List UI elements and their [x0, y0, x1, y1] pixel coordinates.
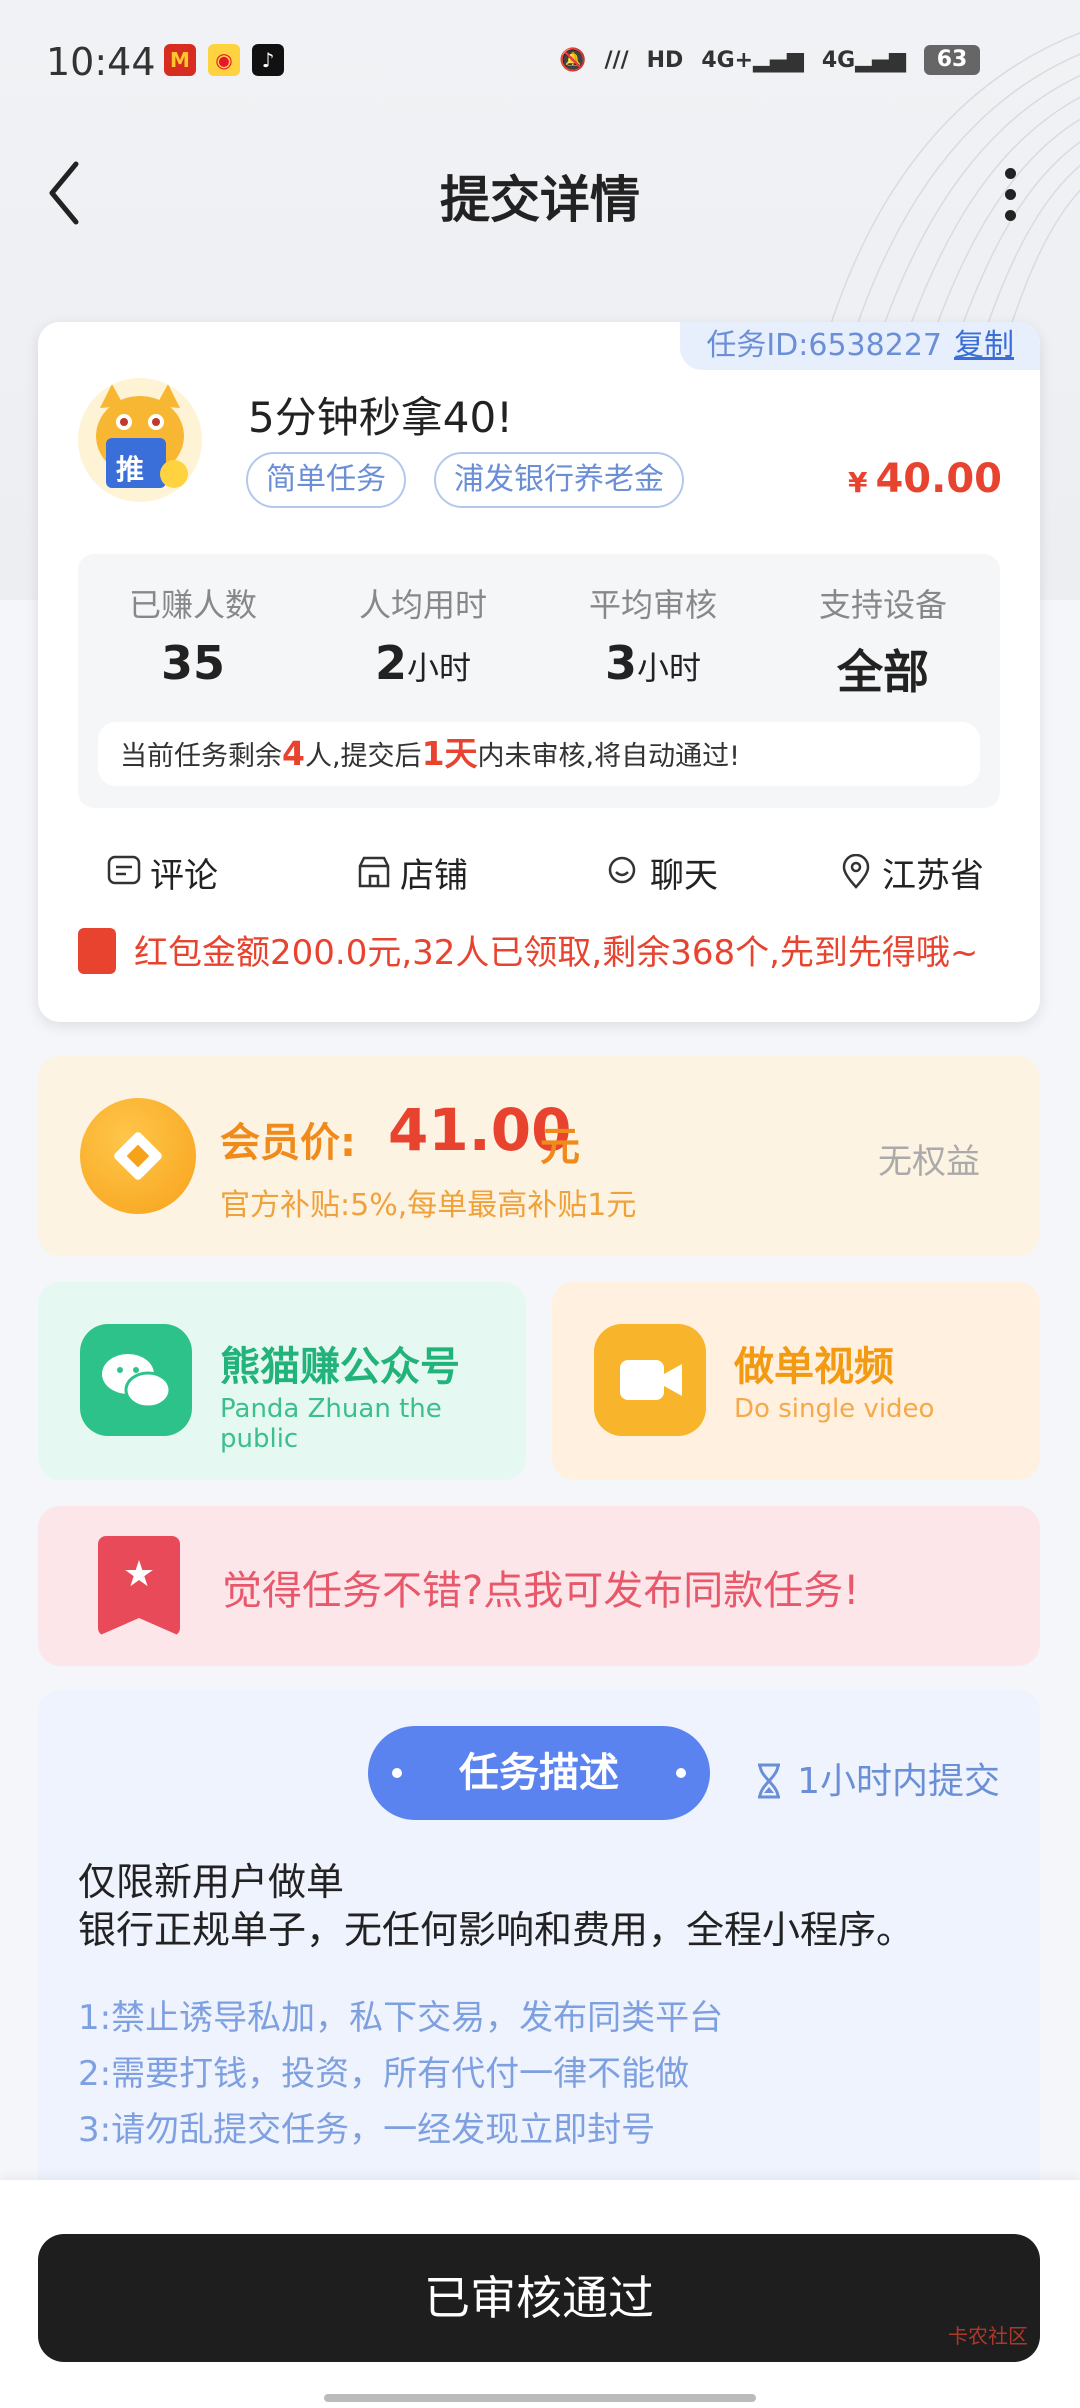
member-coin-icon — [80, 1098, 196, 1214]
rule-item: 1:禁止诱导私加，私下交易，发布同类平台 — [78, 1998, 724, 2038]
video-card[interactable]: 做单视频 Do single video — [552, 1282, 1040, 1480]
chat-button[interactable]: 聊天 — [606, 842, 718, 902]
weibo-app-icon: ◉ — [208, 44, 240, 76]
stat-value: 全部 — [837, 645, 929, 699]
video-subtitle: Do single video — [734, 1394, 935, 1424]
chat-icon — [608, 856, 636, 884]
member-unit: 元 — [540, 1124, 580, 1170]
stat-label: 人均用时 — [358, 586, 487, 624]
stat-value: 3小时 — [604, 636, 702, 690]
comment-label: 评论 — [150, 855, 218, 896]
rule-item: 2:需要打钱，投资，所有代付一律不能做 — [78, 2054, 690, 2094]
home-indicator[interactable] — [324, 2394, 756, 2402]
signal-4g-icon: 4G▂▄▆ — [821, 47, 906, 73]
task-id: 任务ID:6538227 — [706, 328, 942, 363]
member-price-panel[interactable]: 会员价: 41.00 元 官方补贴:5%,每单最高补贴1元 无权益 — [38, 1056, 1040, 1256]
shop-button[interactable]: 店铺 — [356, 842, 468, 902]
location-label: 江苏省 — [882, 855, 984, 896]
task-card: 任务ID:6538227 复制 推 5分钟秒拿40! 简单任务 浦发银行养老金 ¥… — [38, 322, 1040, 1022]
task-id-bar: 任务ID:6538227 复制 — [680, 322, 1040, 370]
description-line: 仅限新用户做单 — [78, 1860, 345, 1904]
shop-icon — [358, 856, 390, 888]
rule-item: 3:请勿乱提交任务，一经发现立即封号 — [78, 2110, 656, 2150]
wechat-account-card[interactable]: 熊猫赚公众号 Panda Zhuan the public — [38, 1282, 526, 1480]
publish-text: 觉得任务不错?点我可发布同款任务! — [222, 1568, 860, 1614]
stat-value: 2小时 — [374, 636, 472, 690]
stat-label: 平均审核 — [588, 586, 717, 624]
stat-avg-time: 人均用时 2小时 — [308, 580, 538, 690]
description-main: 仅限新用户做单 银行正规单子，无任何影响和费用，全程小程序。 — [78, 1858, 914, 1954]
price-value: 40.00 — [875, 456, 1002, 502]
location-button[interactable]: 江苏省 — [838, 842, 984, 902]
mute-icon: 🔕 — [559, 47, 587, 73]
stat-devices: 支持设备 全部 — [768, 580, 998, 702]
description-rules: 1:禁止诱导私加，私下交易，发布同类平台 2:需要打钱，投资，所有代付一律不能做… — [78, 1990, 723, 2158]
task-price: ¥40.00 — [848, 456, 1002, 502]
member-label: 会员价: — [220, 1120, 356, 1166]
bottom-bar: 已审核通过 卡农社区 — [0, 2180, 1080, 2408]
task-actions: 评论 店铺 聊天 江苏省 — [38, 842, 1040, 902]
wechat-icon — [80, 1324, 192, 1436]
red-packet-icon — [78, 927, 116, 974]
stat-value: 35 — [160, 636, 225, 690]
hourglass-icon — [758, 1763, 781, 1799]
more-options-icon[interactable] — [1000, 162, 1020, 222]
wechat-subtitle: Panda Zhuan the public — [220, 1394, 442, 1454]
copy-link[interactable]: 复制 — [954, 328, 1014, 363]
red-packet-text: 红包金额200.0元,32人已领取,剩余368个,先到先得哦~ — [134, 933, 979, 973]
stat-avg-review: 平均审核 3小时 — [538, 580, 768, 690]
chat-label: 聊天 — [650, 855, 718, 896]
comment-icon — [107, 855, 141, 885]
wechat-title: 熊猫赚公众号 — [220, 1344, 460, 1390]
tiktok-app-icon: ♪ — [252, 44, 284, 76]
battery-icon: 63 — [924, 45, 980, 75]
time-limit: 1小时内提交 — [755, 1752, 1000, 1804]
currency-symbol: ¥ — [847, 466, 868, 499]
auto-approve-notice: 当前任务剩余4人,提交后1天内未审核,将自动通过! — [98, 722, 980, 786]
approved-status-button[interactable]: 已审核通过 — [38, 2234, 1040, 2362]
tag-bank: 浦发银行养老金 — [434, 452, 684, 508]
time-limit-text: 1小时内提交 — [797, 1761, 1000, 1802]
location-pin-icon — [842, 854, 870, 889]
hd-icon: HD — [646, 47, 684, 73]
status-bar: 10:44 M ◉ ♪ 🔕 /// HD 4G+▂▄▆ 4G▂▄▆ 63 — [0, 0, 1080, 120]
red-packet-info[interactable]: 红包金额200.0元,32人已领取,剩余368个,先到先得哦~ — [78, 927, 998, 978]
task-stats: 已赚人数 35 人均用时 2小时 平均审核 3小时 支持设备 全部 当前任务剩余… — [78, 554, 1000, 808]
watermark: 卡农社区 — [948, 2324, 1028, 2348]
avatar-label: 推 — [116, 453, 145, 486]
signal-4g-plus-icon: 4G+▂▄▆ — [701, 47, 804, 73]
video-title: 做单视频 — [734, 1344, 894, 1390]
page-title: 提交详情 — [440, 171, 640, 229]
mcdonalds-app-icon: M — [164, 44, 196, 76]
member-subsidy: 官方补贴:5%,每单最高补贴1元 — [220, 1188, 637, 1223]
stat-label: 已赚人数 — [128, 586, 257, 624]
task-name: 5分钟秒拿40! — [248, 393, 514, 442]
tag-simple-task: 简单任务 — [246, 452, 406, 508]
description-pill: 任务描述 — [368, 1726, 710, 1820]
video-camera-icon — [594, 1324, 706, 1436]
status-right-icons: 🔕 /// HD 4G+▂▄▆ 4G▂▄▆ 63 — [559, 40, 980, 80]
comment-button[interactable]: 评论 — [106, 842, 218, 902]
status-time: 10:44 — [46, 40, 156, 84]
stat-earned-count: 已赚人数 35 — [78, 580, 308, 690]
member-benefit-status: 无权益 — [878, 1142, 980, 1182]
nfc-icon: /// — [604, 47, 629, 73]
publish-same-task-banner[interactable]: 觉得任务不错?点我可发布同款任务! — [38, 1506, 1040, 1666]
stat-label: 支持设备 — [818, 586, 947, 624]
task-description-panel: 任务描述 1小时内提交 仅限新用户做单 银行正规单子，无任何影响和费用，全程小程… — [38, 1690, 1040, 2210]
bookmark-star-icon — [98, 1536, 180, 1636]
description-line: 银行正规单子，无任何影响和费用，全程小程序。 — [78, 1908, 915, 1952]
shop-label: 店铺 — [400, 855, 468, 896]
